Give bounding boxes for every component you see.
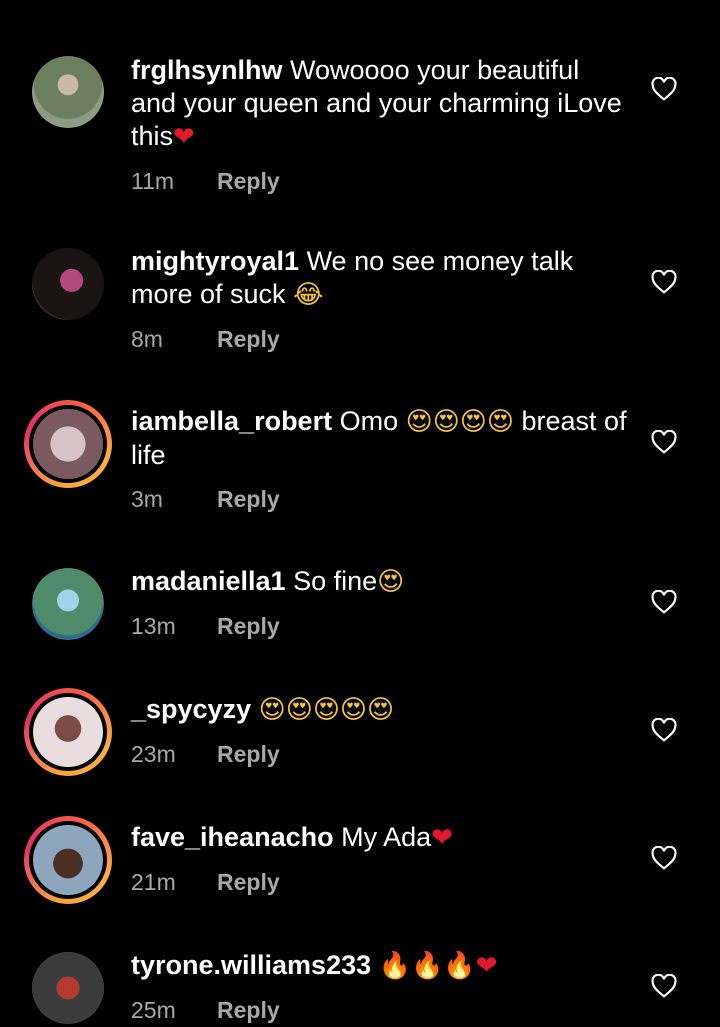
reply-button[interactable]: Reply	[217, 486, 280, 512]
comment-username[interactable]: tyrone.williams233	[131, 950, 371, 980]
avatar-story-ring[interactable]	[24, 688, 112, 776]
comment-time: 11m	[131, 168, 175, 194]
avatar[interactable]	[32, 56, 104, 128]
avatar[interactable]	[32, 248, 104, 320]
heart-emoji: ❤	[173, 122, 195, 152]
heart-outline-icon[interactable]	[651, 430, 677, 454]
reply-button[interactable]: Reply	[217, 997, 280, 1023]
laughing-emoji: 😂	[293, 280, 324, 310]
comment-time: 23m	[131, 741, 176, 767]
heart-outline-icon[interactable]	[651, 590, 677, 614]
comment-username[interactable]: madaniella1	[131, 566, 286, 596]
reply-button[interactable]: Reply	[217, 168, 280, 194]
avatar[interactable]	[32, 952, 104, 1024]
comment-time: 13m	[131, 613, 176, 639]
reply-button[interactable]: Reply	[217, 741, 280, 767]
comment-text: Omo	[332, 406, 406, 436]
heart-outline-icon[interactable]	[651, 718, 677, 742]
heart-outline-icon[interactable]	[651, 846, 677, 870]
comment-username[interactable]: fave_iheanacho	[131, 822, 334, 852]
comment-username[interactable]: iambella_robert	[131, 406, 332, 436]
comment-time: 3m	[131, 486, 163, 512]
heart-eyes-emoji: 😍😍😍😍😍	[258, 695, 395, 725]
comment-time: 25m	[131, 997, 176, 1023]
heart-eyes-emoji: 😍	[377, 567, 405, 597]
avatar-story-ring[interactable]	[24, 816, 112, 904]
comment-username[interactable]: frglhsynlhw	[131, 55, 283, 85]
avatar-story-ring[interactable]	[24, 400, 112, 488]
heart-emoji: ❤	[431, 823, 453, 853]
heart-eyes-emoji: 😍😍😍😍	[405, 407, 515, 437]
comment-username[interactable]: _spycyzy	[131, 694, 251, 724]
comment-time: 21m	[131, 869, 176, 895]
reply-button[interactable]: Reply	[217, 326, 280, 352]
comment-text	[371, 950, 379, 980]
heart-emoji: ❤	[475, 951, 498, 981]
heart-outline-icon[interactable]	[651, 270, 677, 294]
heart-outline-icon[interactable]	[651, 77, 677, 101]
comment-username[interactable]: mightyroyal1	[131, 246, 299, 276]
reply-button[interactable]: Reply	[217, 869, 280, 895]
avatar[interactable]	[32, 568, 104, 640]
fire-emoji: 🔥🔥🔥	[378, 951, 476, 981]
comment-time: 8m	[131, 326, 163, 352]
comment-text: My Ada	[333, 822, 432, 852]
comment-text	[251, 694, 259, 724]
reply-button[interactable]: Reply	[217, 613, 280, 639]
heart-outline-icon[interactable]	[651, 974, 677, 998]
comment-text: So fine	[285, 566, 378, 596]
